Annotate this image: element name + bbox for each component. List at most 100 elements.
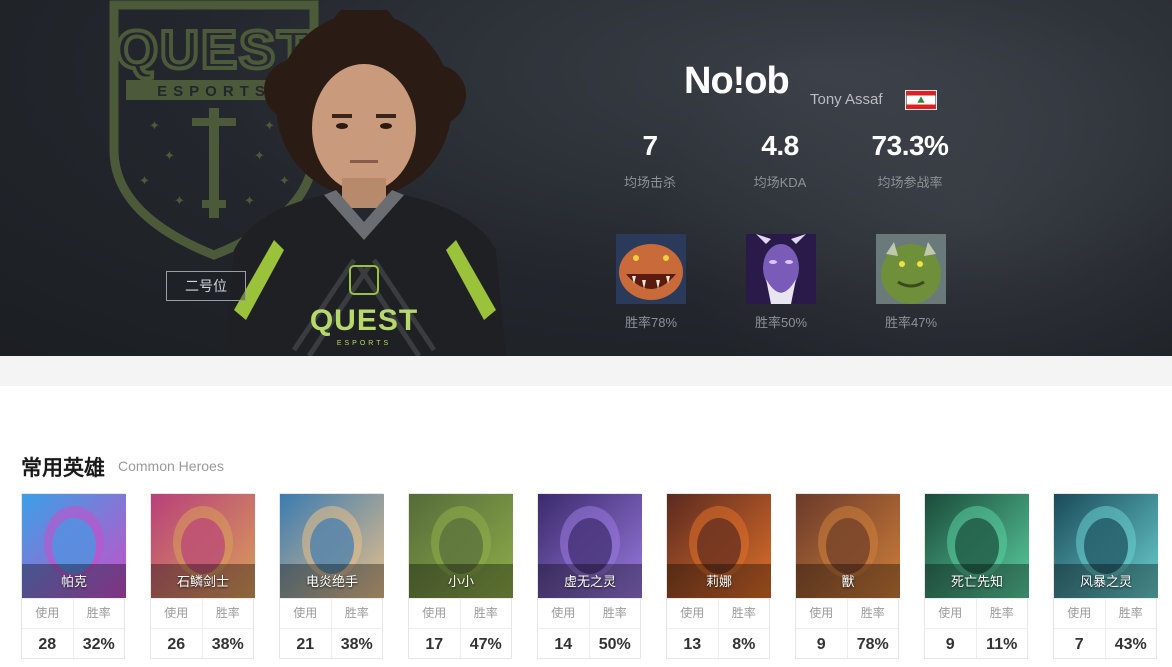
hero-portrait[interactable]: 帕克 [22,494,126,598]
hero-name: 小小 [447,574,474,589]
hero-portrait[interactable]: 死亡先知 [925,494,1029,598]
use-label: 使用 [1067,606,1092,620]
hero-winrate: 11% [975,629,1028,658]
hero-winrate: 50% [588,629,641,658]
hero-name: 帕克 [60,574,87,589]
hero-stats-header: 使用 胜率 [667,598,769,628]
hero-winrate: 38% [201,629,254,658]
top-hero-3[interactable]: 胜率47% [876,234,946,331]
hero-card[interactable]: 虚无之灵 使用 胜率 14 50% [537,493,642,659]
hero-name: 石鳞剑士 [176,574,229,589]
hero-uses: 17 [425,636,444,653]
hero-portrait[interactable] [746,234,816,304]
use-label: 使用 [680,606,705,620]
stat-label: 均场参战率 [877,175,943,190]
hero-name: 风暴之灵 [1079,574,1132,589]
svg-text:✦: ✦ [174,194,185,209]
section-title: 常用英雄 [21,457,105,480]
hero-card[interactable]: 小小使用 胜率 17 47% [408,493,513,659]
svg-text:✦: ✦ [139,174,150,189]
hero-name: 莉娜 [705,574,732,589]
hero-portrait[interactable]: 小小 [409,494,513,598]
winrate-label: 胜率 [459,599,512,628]
hero-stats-header: 使用 胜率 [538,598,640,628]
hero-stats-values: 28 32% [22,628,124,658]
hero-stats-header: 使用 胜率 [280,598,382,628]
hero-uses: 14 [554,636,573,653]
hero-stats-values: 21 38% [280,628,382,658]
svg-text:✦: ✦ [164,149,175,164]
winrate-label: 胜率 [1104,599,1157,628]
hero-winrate: 32% [72,629,125,658]
winrate-label: 胜率 [72,599,125,628]
section-divider [0,356,1172,386]
top-hero-1[interactable]: 胜率78% [616,234,686,331]
hero-name: 獸 [841,574,855,589]
hero-portrait[interactable]: 虚无之灵 [538,494,642,598]
hero-uses: 26 [167,636,186,653]
hero-stats-values: 13 8% [667,628,769,658]
top-hero-winrate: 胜率47% [884,315,938,330]
hero-portrait[interactable]: 莉娜 [667,494,771,598]
winrate-label: 胜率 [846,599,899,628]
hero-winrate: 38% [330,629,383,658]
use-label: 使用 [938,606,963,620]
top-hero-2[interactable]: 胜率50% [746,234,816,331]
hero-stats-header: 使用 胜率 [925,598,1027,628]
hero-uses: 28 [38,636,57,653]
winrate-label: 胜率 [717,599,770,628]
hero-portrait[interactable]: 獸 [796,494,900,598]
hero-winrate: 43% [1104,629,1157,658]
position-badge: 二号位 [166,271,246,301]
hero-portrait[interactable]: 石鳞剑士 [151,494,255,598]
hero-name: 死亡先知 [950,574,1003,589]
hero-stats-values: 7 43% [1054,628,1156,658]
hero-uses: 7 [1074,636,1084,653]
hero-stats-header: 使用 胜率 [1054,598,1156,628]
hero-stats-header: 使用 胜率 [796,598,898,628]
stat-value: 7 [642,130,658,161]
hero-card[interactable]: 石鳞剑士 使用 胜率 26 38% [150,493,255,659]
hero-uses: 21 [296,636,315,653]
top-hero-winrate: 胜率50% [754,315,808,330]
use-label: 使用 [293,606,318,620]
hero-card[interactable]: 帕克使用 胜率 28 32% [21,493,126,659]
hero-portrait[interactable]: 电炎绝手 [280,494,384,598]
stat-avg-kills: 7 均场击杀 [580,130,720,191]
hero-stats-values: 17 47% [409,628,511,658]
hero-stats-values: 9 11% [925,628,1027,658]
svg-text:✦: ✦ [149,119,160,134]
hero-card[interactable]: 电炎绝手 使用 胜率 21 38% [279,493,384,659]
stat-avg-kda: 4.8 均场KDA [710,130,850,191]
hero-uses: 9 [816,636,826,653]
player-photo: QUEST ESPORTS [224,10,506,356]
hero-stats-values: 26 38% [151,628,253,658]
stat-label: 均场击杀 [623,175,676,190]
hero-portrait[interactable]: 风暴之灵 [1054,494,1158,598]
stat-value: 4.8 [761,130,799,161]
hero-uses: 13 [683,636,702,653]
hero-winrate: 47% [459,629,512,658]
hero-stats-values: 9 78% [796,628,898,658]
hero-card[interactable]: 莉娜使用 胜率 13 8% [666,493,771,659]
stat-value: 73.3% [871,130,949,161]
stat-label: 均场KDA [753,175,807,190]
hero-uses: 9 [945,636,955,653]
hero-portrait[interactable] [616,234,686,304]
hero-stats-header: 使用 胜率 [409,598,511,628]
hero-portrait[interactable] [876,234,946,304]
hero-card[interactable]: 獸使用 胜率 9 78% [795,493,900,659]
winrate-label: 胜率 [330,599,383,628]
stat-avg-participation: 73.3% 均场参战率 [840,130,980,191]
hero-stats-values: 14 50% [538,628,640,658]
lebanon-flag-icon [905,90,937,110]
player-real-name: Tony Assaf [810,91,883,108]
use-label: 使用 [551,606,576,620]
hero-stats-header: 使用 胜率 [22,598,124,628]
hero-card[interactable]: 风暴之灵使用 胜率 7 43% [1053,493,1158,659]
use-label: 使用 [422,606,447,620]
hero-winrate: 78% [846,629,899,658]
top-hero-winrate: 胜率78% [624,315,678,330]
svg-text:QUEST: QUEST [310,304,418,337]
hero-card[interactable]: 死亡先知使用 胜率 9 11% [924,493,1029,659]
